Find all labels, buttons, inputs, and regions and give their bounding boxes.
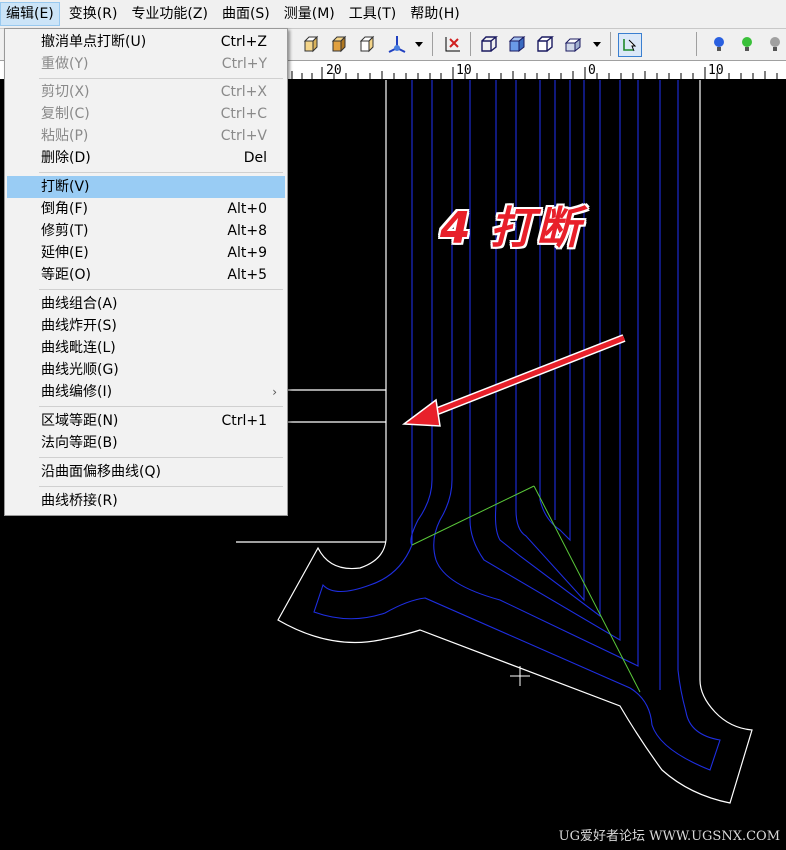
menu-separator	[39, 172, 283, 173]
menu-tools[interactable]: 工具(T)	[344, 2, 401, 26]
menu-item-label: 延伸(E)	[41, 245, 89, 261]
menu-item-shortcut: Alt+8	[227, 223, 267, 239]
menu-separator	[39, 289, 283, 290]
menu-item-shortcut: Alt+0	[227, 201, 267, 217]
menu-item-paste[interactable]: 粘贴(P) Ctrl+V	[7, 125, 285, 147]
menu-item-shortcut: Ctrl+1	[221, 413, 267, 429]
light-bulb-blue-icon[interactable]	[708, 33, 730, 55]
menu-item-copy[interactable]: 复制(C) Ctrl+C	[7, 103, 285, 125]
menu-item-label: 曲线炸开(S)	[41, 318, 117, 334]
menu-item-shortcut: Ctrl+Y	[221, 56, 267, 72]
menu-item-label: 曲线光顺(G)	[41, 362, 119, 378]
menu-item-label: 倒角(F)	[41, 201, 88, 217]
menu-item-label: 等距(O)	[41, 267, 91, 283]
menu-item-extend[interactable]: 延伸(E) Alt+9	[7, 242, 285, 264]
box-hidden-line-icon[interactable]	[534, 33, 556, 55]
menu-item-trim[interactable]: 修剪(T) Alt+8	[7, 220, 285, 242]
ruler-label: 10	[708, 63, 724, 78]
menu-item-label: 剪切(X)	[41, 84, 90, 100]
ruler-label: 10	[456, 63, 472, 78]
menu-bar: 编辑(E) 变换(R) 专业功能(Z) 曲面(S) 测量(M) 工具(T) 帮助…	[0, 0, 786, 29]
watermark: UG爱好者论坛 WWW.UGSNX.COM	[558, 829, 780, 844]
box-shaded-edges-icon[interactable]	[562, 33, 584, 55]
menu-item-undo[interactable]: 撤消单点打断(U) Ctrl+Z	[7, 31, 285, 53]
menu-item-redo[interactable]: 重做(Y) Ctrl+Y	[7, 53, 285, 75]
menu-item-shortcut: Alt+9	[227, 245, 267, 261]
menu-transform[interactable]: 变换(R)	[64, 2, 123, 26]
menu-measure[interactable]: 测量(M)	[279, 2, 340, 26]
ruler-label: 0	[588, 63, 596, 78]
menu-item-curve-explode[interactable]: 曲线炸开(S)	[7, 315, 285, 337]
submenu-arrow-icon: ›	[272, 385, 277, 399]
menu-item-surface-offset-curve[interactable]: 沿曲面偏移曲线(Q)	[7, 461, 285, 483]
menu-item-region-offset[interactable]: 区域等距(N) Ctrl+1	[7, 410, 285, 432]
menu-item-curve-smooth[interactable]: 曲线光顺(G)	[7, 359, 285, 381]
menu-item-delete[interactable]: 删除(D) Del	[7, 147, 285, 169]
menu-item-label: 区域等距(N)	[41, 413, 119, 429]
menu-item-label: 曲线桥接(R)	[41, 493, 118, 509]
menu-item-label: 沿曲面偏移曲线(Q)	[41, 464, 161, 480]
edit-menu-dropdown: 撤消单点打断(U) Ctrl+Z 重做(Y) Ctrl+Y 剪切(X) Ctrl…	[4, 28, 288, 516]
menu-item-label: 修剪(T)	[41, 223, 89, 239]
menu-item-shortcut: Ctrl+Z	[220, 34, 267, 50]
menu-item-label: 曲线组合(A)	[41, 296, 118, 312]
box-solid-icon[interactable]	[506, 33, 528, 55]
menu-item-curve-bridge[interactable]: 曲线桥接(R)	[7, 490, 285, 512]
menu-item-label: 复制(C)	[41, 106, 90, 122]
menu-item-cut[interactable]: 剪切(X) Ctrl+X	[7, 81, 285, 103]
light-bulb-gray-icon[interactable]	[764, 33, 786, 55]
ruler-label: 20	[326, 63, 342, 78]
cube-side-view-icon[interactable]	[356, 33, 378, 55]
menu-separator	[39, 406, 283, 407]
menu-item-shortcut: Ctrl+X	[220, 84, 267, 100]
menu-item-curve-edit[interactable]: 曲线编修(I) ›	[7, 381, 285, 403]
arrow-annotation	[401, 334, 626, 427]
menu-item-offset[interactable]: 等距(O) Alt+5	[7, 264, 285, 286]
menu-item-shortcut: Alt+5	[227, 267, 267, 283]
menu-help[interactable]: 帮助(H)	[405, 2, 464, 26]
step-annotation: 4 打断	[440, 203, 582, 254]
menu-item-label: 撤消单点打断(U)	[41, 34, 147, 50]
box-wireframe-icon[interactable]	[478, 33, 500, 55]
chevron-down-icon[interactable]	[412, 33, 426, 55]
menu-item-label: 曲线编修(I)	[41, 384, 113, 400]
menu-item-break[interactable]: 打断(V)	[7, 176, 285, 198]
part-outline	[236, 80, 753, 804]
menu-item-shortcut: Ctrl+C	[220, 106, 267, 122]
menu-item-chamfer[interactable]: 倒角(F) Alt+0	[7, 198, 285, 220]
coordinate-system-icon[interactable]	[442, 33, 464, 55]
menu-separator	[39, 78, 283, 79]
menu-item-label: 重做(Y)	[41, 56, 89, 72]
menu-item-curve-join[interactable]: 曲线毗连(L)	[7, 337, 285, 359]
break-lines	[411, 485, 641, 693]
menu-item-label: 删除(D)	[41, 150, 91, 166]
light-bulb-green-icon[interactable]	[736, 33, 758, 55]
menu-item-label: 打断(V)	[41, 179, 90, 195]
cube-front-view-icon[interactable]	[300, 33, 322, 55]
crosshair-cursor	[510, 666, 530, 686]
menu-item-curve-combine[interactable]: 曲线组合(A)	[7, 293, 285, 315]
select-curve-icon[interactable]	[618, 33, 642, 57]
chevron-down-icon[interactable]	[590, 33, 604, 55]
menu-separator	[39, 457, 283, 458]
cube-shaded-icon[interactable]	[328, 33, 350, 55]
menu-separator	[39, 486, 283, 487]
menu-item-label: 粘贴(P)	[41, 128, 89, 144]
axis-view-icon[interactable]	[386, 33, 408, 55]
menu-item-label: 曲线毗连(L)	[41, 340, 116, 356]
menu-item-shortcut: Del	[243, 150, 267, 166]
menu-item-shortcut: Ctrl+V	[220, 128, 267, 144]
menu-professional[interactable]: 专业功能(Z)	[126, 2, 213, 26]
menu-item-label: 法向等距(B)	[41, 435, 118, 451]
menu-edit[interactable]: 编辑(E)	[0, 2, 60, 26]
menu-surface[interactable]: 曲面(S)	[217, 2, 275, 26]
menu-item-normal-offset[interactable]: 法向等距(B)	[7, 432, 285, 454]
